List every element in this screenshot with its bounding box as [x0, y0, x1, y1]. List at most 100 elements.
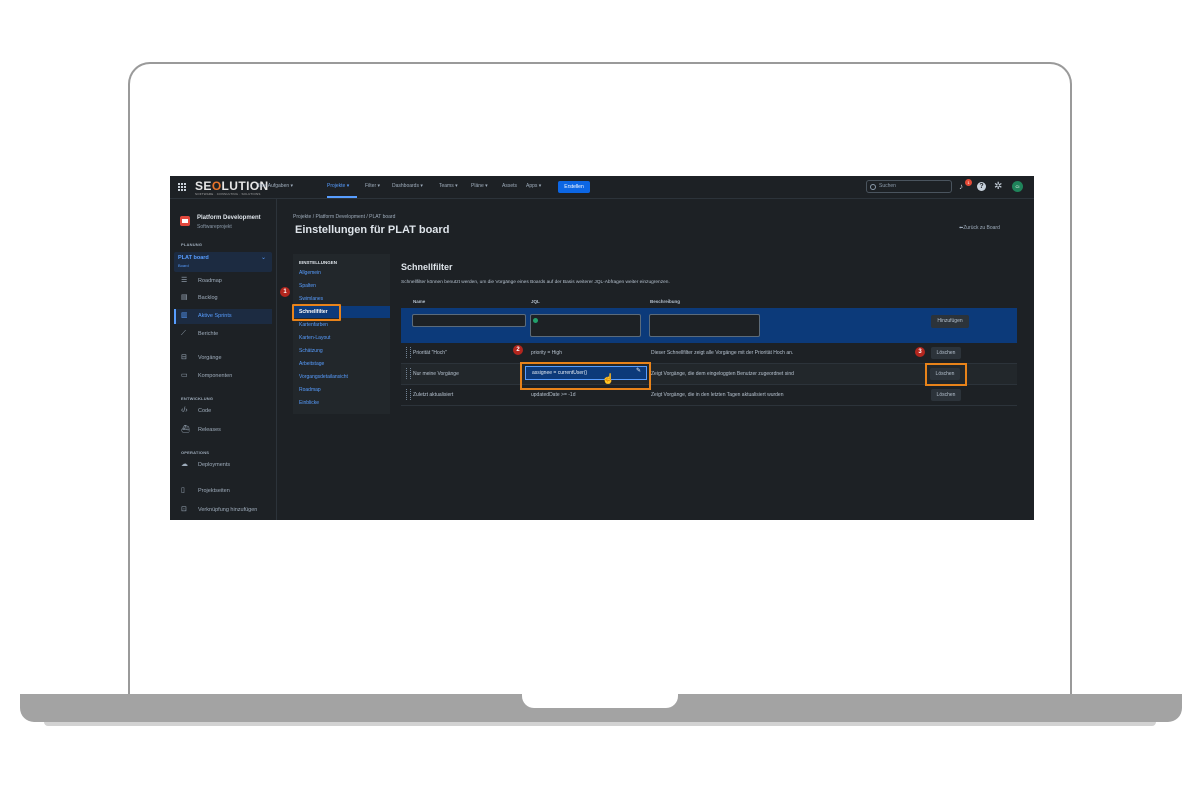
jira-screen: SEOLUTION SOFTWARE · CONSULTING · SOLUTI…	[170, 176, 1034, 520]
nav-assets[interactable]: Assets	[502, 183, 517, 189]
ship-icon: ⛴	[181, 426, 190, 433]
delete-button[interactable]: Löschen	[931, 347, 961, 359]
settings-panel: EINSTELLUNGEN Allgemein Spalten Swimlane…	[293, 254, 390, 414]
section-operations: OPERATIONS	[181, 450, 210, 455]
settings-item-swimlanes[interactable]: Swimlanes	[299, 296, 323, 302]
settings-item-roadmap[interactable]: Roadmap	[299, 387, 321, 393]
chevron-down-icon[interactable]: ⌄	[261, 254, 266, 261]
laptop-shadow	[44, 722, 1156, 726]
roadmap-icon: ☰	[181, 277, 188, 284]
chart-icon: ⟋	[181, 330, 186, 337]
top-navigation: SEOLUTION SOFTWARE · CONSULTING · SOLUTI…	[170, 176, 1034, 199]
nav-ihre-aufgaben[interactable]: Ihre Aufgaben ▾	[258, 183, 293, 189]
filter-jql[interactable]: priority = High	[531, 350, 562, 356]
project-subtitle: Softwareprojekt	[197, 224, 232, 230]
step-marker-1: 1	[280, 287, 290, 297]
sidebar-item-label: Deployments	[198, 462, 231, 468]
settings-item-karten-layout[interactable]: Karten-Layout	[299, 335, 330, 341]
jql-valid-icon	[533, 318, 538, 323]
sidebar-item-label: Aktive Sprints	[198, 313, 232, 319]
nav-filter[interactable]: Filter ▾	[365, 183, 380, 189]
sidebar-item-releases[interactable]: ⛴ Releases	[174, 423, 272, 438]
sidebar-item-label: Releases	[198, 427, 221, 433]
sidebar-item-deployments[interactable]: ☁ Deployments	[174, 458, 272, 473]
sidebar-item-label: Projektseiten	[198, 488, 230, 494]
avatar[interactable]: CI	[1012, 181, 1023, 192]
nav-teams[interactable]: Teams ▾	[439, 183, 458, 189]
settings-item-spalten[interactable]: Spalten	[299, 283, 316, 289]
settings-item-vorgangsdetailansicht[interactable]: Vorgangsdetailansicht	[299, 374, 348, 380]
section-planning: PLANUNG	[181, 242, 203, 247]
jql-input[interactable]	[530, 314, 641, 337]
filter-description[interactable]: Zeigt Vorgänge, die dem eingeloggten Ben…	[651, 371, 794, 377]
components-icon: ▭	[181, 372, 188, 379]
app-switcher-icon[interactable]	[178, 183, 187, 192]
search-input[interactable]: Suchen	[866, 180, 952, 193]
highlight-delete-button	[925, 363, 967, 386]
add-link-icon: ⊡	[181, 506, 187, 513]
filter-jql[interactable]: updatedDate >= -1d	[531, 392, 575, 398]
drag-handle-icon[interactable]	[406, 389, 411, 400]
column-header-jql: JQL	[531, 299, 540, 304]
nav-plaene[interactable]: Pläne ▾	[471, 183, 488, 189]
filter-description[interactable]: Zeigt Vorgänge, die in den letzten Tagen…	[651, 392, 784, 398]
drag-handle-icon[interactable]	[406, 347, 411, 358]
sprint-board-icon: ▥	[181, 312, 188, 319]
notifications-icon[interactable]: ♪	[959, 182, 963, 191]
sidebar-item-projektseiten[interactable]: ▯ Projektseiten	[174, 484, 272, 499]
column-header-name: Name	[413, 299, 426, 304]
nav-active-indicator	[327, 196, 357, 198]
settings-item-kartenfarben[interactable]: Kartenfarben	[299, 322, 328, 328]
filter-description[interactable]: Dieser Schnellfilter zeigt alle Vorgänge…	[651, 350, 793, 356]
table-row: Zuletzt aktualisiert updatedDate >= -1d …	[401, 385, 1017, 406]
project-icon	[180, 216, 190, 226]
nav-dashboards[interactable]: Dashboards ▾	[392, 183, 423, 189]
help-icon[interactable]: ?	[977, 182, 986, 191]
sidebar: Platform Development Softwareprojekt PLA…	[170, 199, 277, 520]
laptop-notch	[522, 694, 678, 708]
schnellfilter-title: Schnellfilter	[401, 262, 453, 272]
sidebar-item-vorgaenge[interactable]: ⊟ Vorgänge	[174, 351, 272, 366]
step-marker-3: 3	[915, 347, 925, 357]
gear-icon[interactable]: ✲	[994, 181, 1002, 192]
name-input[interactable]	[412, 314, 526, 327]
board-title[interactable]: PLAT board	[178, 255, 209, 261]
nav-projekte[interactable]: Projekte ▾	[327, 183, 349, 189]
description-input[interactable]	[649, 314, 760, 337]
deploy-icon: ☁	[181, 461, 188, 468]
drag-handle-icon[interactable]	[406, 368, 411, 379]
project-title[interactable]: Platform Development	[197, 215, 261, 221]
page-icon: ▯	[181, 487, 185, 494]
sidebar-item-label: Backlog	[198, 295, 218, 301]
filter-name: Priorität "Hoch"	[413, 350, 447, 356]
sidebar-item-berichte[interactable]: ⟋ Berichte	[174, 327, 272, 342]
settings-item-einblicke[interactable]: Einblicke	[299, 400, 319, 406]
sidebar-item-label: Berichte	[198, 331, 219, 337]
issues-icon: ⊟	[181, 354, 187, 361]
nav-apps[interactable]: Apps ▾	[526, 183, 541, 189]
sidebar-item-roadmap[interactable]: ☰ Roadmap	[174, 274, 272, 289]
sidebar-item-code[interactable]: ‹/› Code	[174, 404, 272, 419]
sidebar-item-backlog[interactable]: ▤ Backlog	[174, 291, 272, 306]
sidebar-item-komponenten[interactable]: ▭ Komponenten	[174, 369, 272, 384]
settings-item-allgemein[interactable]: Allgemein	[299, 270, 321, 276]
breadcrumb[interactable]: Projekte / Platform Development / PLAT b…	[293, 214, 395, 220]
filter-name: Nur meine Vorgänge	[413, 371, 459, 377]
sidebar-item-label: Vorgänge	[198, 355, 222, 361]
sidebar-item-aktive-sprints[interactable]: ▥ Aktive Sprints	[174, 309, 272, 324]
settings-item-arbeitstage[interactable]: Arbeitstage	[299, 361, 324, 367]
settings-heading: EINSTELLUNGEN	[299, 260, 338, 265]
column-header-beschreibung: Beschreibung	[650, 299, 681, 304]
settings-item-schaetzung[interactable]: Schätzung	[299, 348, 323, 354]
sidebar-item-verknuepfung[interactable]: ⊡ Verknüpfung hinzufügen	[174, 503, 272, 518]
schnellfilter-description: Schnellfilter können benutzt werden, um …	[401, 280, 670, 285]
sidebar-item-label: Komponenten	[198, 373, 233, 379]
back-to-board-link[interactable]: ⬅Zurück zu Board	[959, 225, 1000, 231]
add-button[interactable]: Hinzufügen	[931, 315, 969, 328]
code-icon: ‹/›	[181, 407, 188, 414]
delete-button[interactable]: Löschen	[931, 389, 961, 401]
create-button[interactable]: Erstellen	[558, 181, 590, 193]
step-marker-2: 2	[513, 345, 523, 355]
sidebar-item-label: Roadmap	[198, 278, 222, 284]
filter-name: Zuletzt aktualisiert	[413, 392, 454, 398]
